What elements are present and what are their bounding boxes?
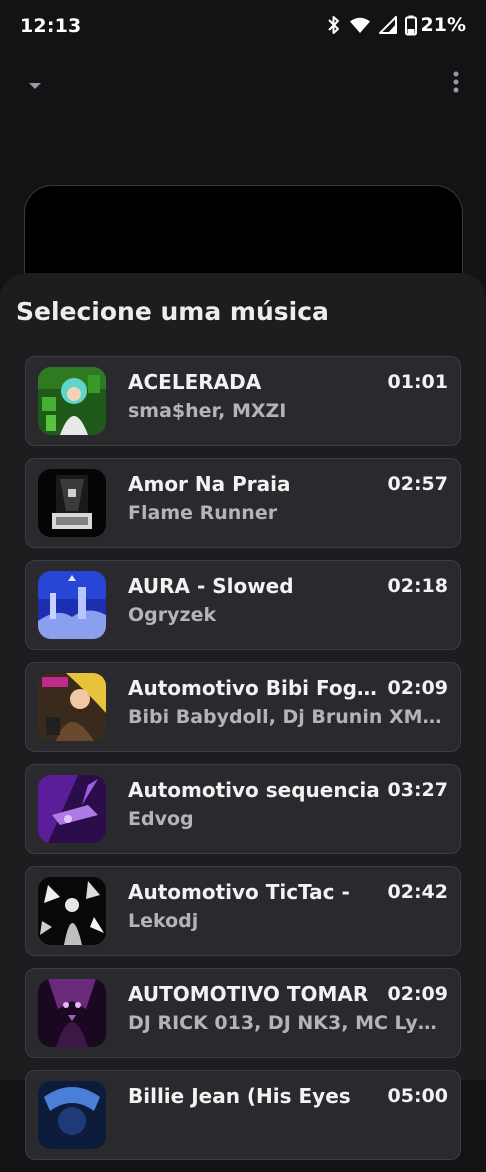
song-item[interactable]: AURA - Slowed Ogryzek 02:18	[25, 560, 461, 650]
song-artist: Bibi Babydoll, Dj Brunin XM, Dj	[128, 706, 446, 728]
song-title: Automotivo Bibi Fogosa	[128, 676, 380, 700]
song-list: ACELERADA sma$her, MXZI 01:01 Amor Na Pr…	[25, 356, 461, 1172]
song-title: AUTOMOTIVO TOMAR	[128, 982, 369, 1006]
album-art	[38, 775, 106, 843]
song-item[interactable]: Automotivo Bibi Fogosa Bibi Babydoll, Dj…	[25, 662, 461, 752]
battery-percentage: 21%	[420, 14, 466, 36]
chevron-down-icon	[28, 75, 42, 94]
song-title: Automotivo TicTac -	[128, 880, 350, 904]
song-artist: Flame Runner	[128, 502, 278, 524]
song-title: Automotivo sequencia	[128, 778, 380, 802]
song-duration: 02:09	[387, 983, 448, 1005]
status-icons: 21%	[327, 14, 466, 36]
song-item[interactable]: Automotivo TicTac - Lekodj 02:42	[25, 866, 461, 956]
song-duration: 02:09	[387, 677, 448, 699]
top-bar	[0, 56, 486, 112]
song-title: ACELERADA	[128, 370, 262, 394]
song-item[interactable]: ACELERADA sma$her, MXZI 01:01	[25, 356, 461, 446]
album-art	[38, 571, 106, 639]
song-item[interactable]: Automotivo sequencia Edvog 03:27	[25, 764, 461, 854]
album-art	[38, 673, 106, 741]
song-duration: 05:00	[387, 1085, 448, 1107]
song-artist: Lekodj	[128, 910, 199, 932]
song-duration: 02:57	[387, 473, 448, 495]
more-options-button[interactable]	[448, 70, 464, 98]
signal-icon	[378, 16, 397, 34]
sheet-title: Selecione uma música	[16, 297, 329, 326]
album-art	[38, 367, 106, 435]
song-artist: Ogryzek	[128, 604, 217, 626]
more-vertical-icon	[453, 71, 459, 97]
battery-icon	[404, 15, 417, 36]
song-artist: DJ RICK 013, DJ NK3, MC LyCan	[128, 1012, 446, 1034]
album-art	[38, 469, 106, 537]
bluetooth-icon	[327, 15, 341, 35]
song-artist: sma$her, MXZI	[128, 400, 287, 422]
status-bar: 12:13 21%	[0, 0, 486, 56]
album-art	[38, 979, 106, 1047]
song-title: AURA - Slowed	[128, 574, 294, 598]
song-duration: 02:42	[387, 881, 448, 903]
wifi-icon	[349, 16, 371, 34]
status-time: 12:13	[20, 15, 82, 37]
song-item[interactable]: Amor Na Praia Flame Runner 02:57	[25, 458, 461, 548]
song-item[interactable]: AUTOMOTIVO TOMAR DJ RICK 013, DJ NK3, MC…	[25, 968, 461, 1058]
song-title: Billie Jean (His Eyes	[128, 1084, 351, 1108]
song-artist: Edvog	[128, 808, 194, 830]
album-art	[38, 1081, 106, 1149]
song-duration: 03:27	[387, 779, 448, 801]
collapse-button[interactable]	[20, 72, 50, 96]
song-title: Amor Na Praia	[128, 472, 291, 496]
album-art	[38, 877, 106, 945]
song-duration: 01:01	[387, 371, 448, 393]
song-picker-sheet: Selecione uma música ACELERADA sma$her, …	[0, 273, 486, 1160]
song-item[interactable]: Billie Jean (His Eyes 05:00	[25, 1070, 461, 1160]
song-duration: 02:18	[387, 575, 448, 597]
